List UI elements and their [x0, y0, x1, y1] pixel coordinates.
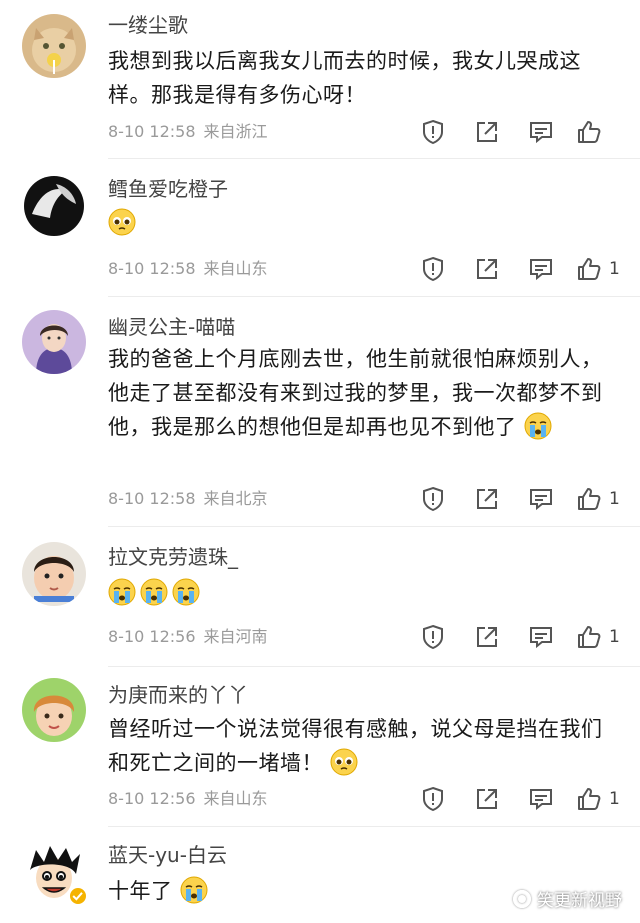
comment-actions: [415, 117, 625, 147]
report-button[interactable]: [419, 117, 447, 147]
comment-meta: 8-10 12:56 来自河南: [108, 626, 268, 648]
like-count: 1: [609, 627, 620, 647]
crying-face-emoji: [180, 876, 208, 904]
comment-item: 拉文克劳遗珠_ 8-10 12:56 来自河南 1: [0, 526, 640, 666]
crying-face-emoji: [524, 412, 552, 440]
thumbs-up-icon: [578, 488, 601, 510]
verified-badge-icon: [68, 886, 88, 906]
watermark-text: 笑更新视野: [537, 891, 622, 911]
username[interactable]: 为庚而来的丫丫: [108, 682, 248, 708]
comment-actions: 1: [415, 784, 625, 814]
avatar[interactable]: [22, 174, 86, 238]
share-button[interactable]: [473, 784, 501, 814]
comment-text: 我的爸爸上个月底刚去世，他生前就很怕麻烦别人，他走了甚至都没有来到过我的梦里，我…: [108, 342, 608, 444]
comment-item: 一缕尘歌 我想到我以后离我女儿而去的时候，我女儿哭成这样。那我是得有多伤心呀！ …: [0, 0, 640, 158]
share-button[interactable]: [473, 254, 501, 284]
thumbs-up-icon: [578, 258, 601, 280]
comment-text-content: 十年了: [108, 879, 173, 903]
report-icon: [423, 486, 443, 512]
like-count: 1: [609, 489, 620, 509]
pleading-face-emoji: [108, 208, 136, 236]
share-icon: [477, 789, 497, 809]
share-button[interactable]: [473, 622, 501, 652]
avatar[interactable]: [22, 310, 86, 374]
comment-text-content: 我想到我以后离我女儿而去的时候，我女儿哭成这样。那我是得有多伤心呀！: [108, 49, 581, 107]
share-button[interactable]: [473, 484, 501, 514]
report-icon: [423, 256, 443, 282]
comment-location: 来自浙江: [203, 122, 268, 141]
comment-text: 曾经听过一个说法觉得很有感触，说父母是挡在我们和死亡之间的一堵墙！: [108, 712, 608, 780]
reply-button[interactable]: [527, 622, 555, 652]
like-button[interactable]: 1: [575, 254, 620, 284]
username[interactable]: 拉文克劳遗珠_: [108, 544, 238, 570]
reply-icon: [530, 489, 552, 511]
like-button[interactable]: 1: [575, 622, 620, 652]
watermark-logo-icon: [513, 889, 531, 908]
comment-item: 为庚而来的丫丫 曾经听过一个说法觉得很有感触，说父母是挡在我们和死亡之间的一堵墙…: [0, 666, 640, 826]
reply-icon: [530, 789, 552, 811]
username[interactable]: 蓝天-yu-白云: [108, 842, 227, 868]
like-button[interactable]: 1: [575, 784, 620, 814]
username[interactable]: 鳕鱼爱吃橙子: [108, 176, 228, 202]
reply-button[interactable]: [527, 254, 555, 284]
comment-date: 8-10 12:56: [108, 627, 196, 646]
avatar[interactable]: [22, 542, 86, 606]
report-button[interactable]: [419, 622, 447, 652]
avatar[interactable]: [22, 14, 86, 78]
comment-actions: 1: [415, 622, 625, 652]
comment-actions: 1: [415, 254, 625, 284]
avatar[interactable]: [22, 678, 86, 742]
report-icon: [423, 119, 443, 145]
like-count: 1: [609, 789, 620, 809]
comment-location: 来自北京: [203, 489, 268, 508]
comment-actions: 1: [415, 484, 625, 514]
like-button[interactable]: 1: [575, 484, 620, 514]
comment-meta: 8-10 12:58 来自浙江: [108, 121, 268, 143]
share-icon: [477, 259, 497, 279]
comment-item: 幽灵公主-喵喵 我的爸爸上个月底刚去世，他生前就很怕麻烦别人，他走了甚至都没有来…: [0, 296, 640, 526]
reply-button[interactable]: [527, 784, 555, 814]
like-count: 1: [609, 259, 620, 279]
comment-text: [108, 206, 608, 240]
report-button[interactable]: [419, 784, 447, 814]
comment-text: 我想到我以后离我女儿而去的时候，我女儿哭成这样。那我是得有多伤心呀！: [108, 44, 608, 112]
crying-face-emoji: [172, 578, 200, 606]
reply-button[interactable]: [527, 484, 555, 514]
comment-location: 来自河南: [203, 627, 268, 646]
comment-date: 8-10 12:58: [108, 489, 196, 508]
reply-icon: [530, 259, 552, 281]
report-button[interactable]: [419, 484, 447, 514]
comment-text: [108, 576, 608, 610]
comment-date: 8-10 12:56: [108, 789, 196, 808]
comment-meta: 8-10 12:56 来自山东: [108, 788, 268, 810]
report-button[interactable]: [419, 254, 447, 284]
thumbs-up-icon: [578, 788, 601, 810]
comment-date: 8-10 12:58: [108, 259, 196, 278]
crying-face-emoji: [140, 578, 168, 606]
comment-location: 来自山东: [203, 789, 268, 808]
share-button[interactable]: [473, 117, 501, 147]
crying-face-emoji: [108, 578, 136, 606]
share-icon: [477, 627, 497, 647]
thumbs-up-icon: [578, 626, 601, 648]
share-icon: [477, 489, 497, 509]
comment-date: 8-10 12:58: [108, 122, 196, 141]
like-button[interactable]: [575, 117, 609, 147]
reply-icon: [530, 122, 552, 144]
reply-icon: [530, 627, 552, 649]
username[interactable]: 幽灵公主-喵喵: [108, 314, 235, 340]
share-icon: [477, 122, 497, 142]
reply-button[interactable]: [527, 117, 555, 147]
thumbs-up-icon: [578, 121, 601, 143]
comment-meta: 8-10 12:58 来自北京: [108, 488, 268, 510]
comment-location: 来自山东: [203, 259, 268, 278]
username[interactable]: 一缕尘歌: [108, 12, 188, 38]
watermark: 笑更新视野: [513, 886, 622, 911]
comment-item: 鳕鱼爱吃橙子 8-10 12:58 来自山东 1: [0, 158, 640, 296]
comment-meta: 8-10 12:58 来自山东: [108, 258, 268, 280]
pleading-face-emoji: [330, 748, 358, 776]
report-icon: [423, 624, 443, 650]
report-icon: [423, 786, 443, 812]
